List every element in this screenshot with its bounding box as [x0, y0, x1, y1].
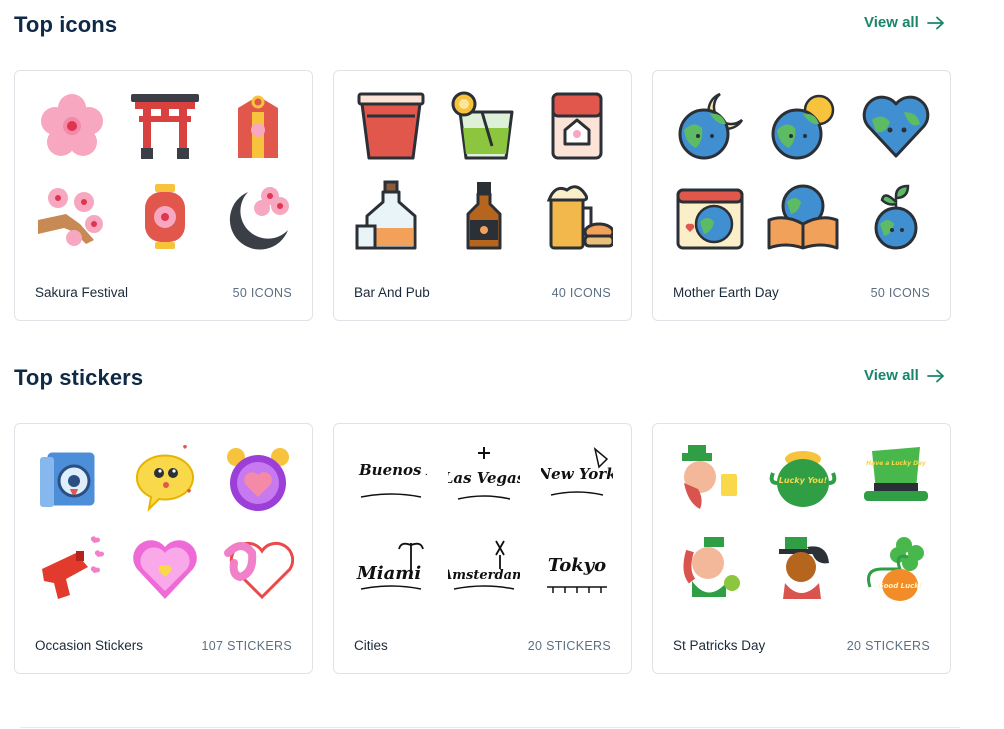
pack-count: 20 STICKERS: [846, 639, 930, 653]
heart-stroke-sticker: [220, 531, 296, 607]
pack-name: Bar And Pub: [354, 285, 430, 300]
arrow-right-icon: [926, 369, 944, 382]
pack-card-bar-and-pub[interactable]: Bar And Pub 40 ICONS: [333, 70, 632, 321]
las-vegas-lettering: Las Vegas: [446, 441, 522, 517]
amsterdam-lettering: Amsterdam: [446, 531, 522, 607]
omamori-charm-icon: [220, 88, 296, 164]
miami-lettering: Miami: [353, 531, 429, 607]
washing-machine-sticker: [34, 441, 110, 517]
liquor-bottle-icon: [446, 178, 522, 254]
earth-calendar-icon: [672, 178, 748, 254]
view-all-stickers-link[interactable]: View all: [864, 367, 945, 384]
alarm-clock-heart-sticker: [220, 441, 296, 517]
pack-card-sakura-festival[interactable]: Sakura Festival 50 ICONS: [14, 70, 313, 321]
thumbnail-grid: [25, 434, 304, 614]
pack-card-st-patricks-day[interactable]: Lucky You! Have a Lucky Day Good Luck! S…: [652, 423, 951, 674]
pack-count: 50 ICONS: [232, 286, 292, 300]
pack-count: 40 ICONS: [551, 286, 611, 300]
pack-name: Cities: [354, 638, 388, 653]
new-york-lettering: New York: [539, 441, 615, 517]
thumbnail-grid: Buenos Aires Las Vegas New York: [344, 434, 623, 614]
pack-count: 107 STICKERS: [201, 639, 292, 653]
earth-moon-icon: [672, 88, 748, 164]
beer-mug-burger-icon: [539, 178, 615, 254]
earth-sun-icon: [765, 88, 841, 164]
leprechaun-beer-sticker: [672, 441, 748, 517]
thumbnail-grid: [663, 81, 942, 261]
icon-pack-cards: Sakura Festival 50 ICONS Bar And Pub 40 …: [14, 70, 951, 321]
pack-name: St Patricks Day: [673, 638, 766, 653]
matchbox-icon: [539, 88, 615, 164]
lettering-lucky-you: Lucky You!: [778, 476, 827, 485]
arrow-right-icon: [926, 16, 944, 29]
lettering-amsterdam: Amsterdam: [448, 568, 520, 583]
pack-name: Occasion Stickers: [35, 638, 144, 653]
sticker-pack-cards: Occasion Stickers 107 STICKERS Buenos Ai…: [14, 423, 951, 674]
pack-card-mother-earth-day[interactable]: Mother Earth Day 50 ICONS: [652, 70, 951, 321]
lettering-tokyo: Tokyo: [547, 555, 605, 576]
paper-lantern-icon: [127, 178, 203, 254]
heart-earth-icon: [858, 88, 934, 164]
pack-count: 50 ICONS: [870, 286, 930, 300]
leprechaun-hat-sticker: Have a Lucky Day: [858, 441, 934, 517]
section-header: Top stickers View all: [14, 363, 1004, 403]
cherry-blossom-icon: [34, 88, 110, 164]
tokyo-lettering: Tokyo: [539, 531, 615, 607]
lettering-have-a-lucky-day: Have a Lucky Day: [866, 460, 927, 467]
pot-of-gold-sticker: Lucky You!: [765, 441, 841, 517]
cocktail-glass-icon: [446, 88, 522, 164]
lettering-new-york: New York: [541, 465, 613, 483]
lettering-good-luck: Good Luck!: [877, 582, 921, 590]
pack-card-cities[interactable]: Buenos Aires Las Vegas New York: [333, 423, 632, 674]
good-luck-clover-sticker: Good Luck!: [858, 531, 934, 607]
pink-heart-sticker: [127, 531, 203, 607]
buenos-aires-lettering: Buenos Aires: [353, 441, 429, 517]
lettering-miami: Miami: [355, 563, 420, 584]
thumbnail-grid: [344, 81, 623, 261]
whiskey-decanter-icon: [353, 178, 429, 254]
blossom-branch-icon: [34, 178, 110, 254]
thumbnail-grid: [25, 81, 304, 261]
leprechaun-man-sticker: [765, 531, 841, 607]
party-gun-sticker: [34, 531, 110, 607]
section-title: Top stickers: [14, 365, 144, 390]
earth-book-icon: [765, 178, 841, 254]
view-all-label: View all: [864, 367, 919, 384]
torii-gate-icon: [127, 88, 203, 164]
leprechaun-girl-sticker: [672, 531, 748, 607]
pack-count: 20 STICKERS: [527, 639, 611, 653]
section-header: Top icons View all: [14, 10, 1004, 50]
pack-card-occasion-stickers[interactable]: Occasion Stickers 107 STICKERS: [14, 423, 313, 674]
pack-name: Mother Earth Day: [673, 285, 779, 300]
thumbnail-grid: Lucky You! Have a Lucky Day Good Luck!: [663, 434, 942, 614]
section-title: Top icons: [14, 12, 118, 37]
pack-name: Sakura Festival: [35, 285, 129, 300]
cup-icon: [353, 88, 429, 164]
lettering-buenos: Buenos Aires: [358, 461, 427, 479]
view-all-label: View all: [864, 14, 919, 31]
divider: [20, 727, 960, 728]
speech-bubble-face-sticker: [127, 441, 203, 517]
crescent-moon-blossom-icon: [220, 178, 296, 254]
earth-sprout-icon: [858, 178, 934, 254]
view-all-icons-link[interactable]: View all: [864, 14, 945, 31]
lettering-las-vegas: Las Vegas: [448, 469, 520, 487]
